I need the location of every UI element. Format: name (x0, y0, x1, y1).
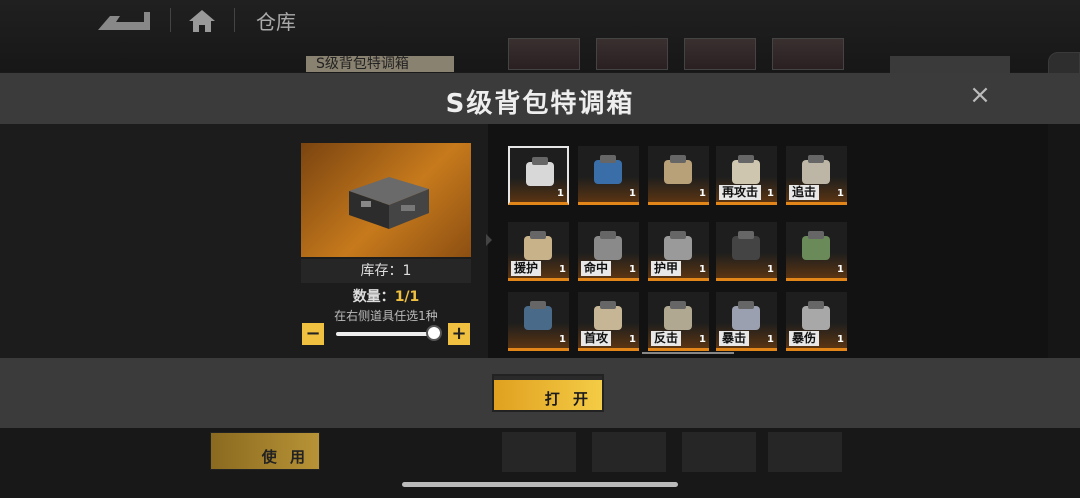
item-slot[interactable]: 1 (648, 146, 709, 205)
use-button-label: 使 用 (261, 448, 309, 466)
bg-icon (768, 432, 842, 472)
open-button-label: 打 开 (544, 390, 592, 408)
item-preview (301, 143, 471, 257)
bg-panel (890, 56, 1010, 74)
quantity-value: 1/1 (394, 289, 420, 305)
item-count: 1 (837, 264, 844, 275)
item-slot[interactable]: 1 (786, 222, 847, 281)
item-label: 再攻击 (719, 185, 762, 200)
backpack-icon (802, 231, 830, 260)
modal-header: S级背包特调箱 × (0, 73, 1080, 125)
minus-button[interactable]: − (302, 323, 324, 345)
home-icon[interactable] (188, 8, 216, 34)
item-slot[interactable]: 1 命中 (578, 222, 639, 281)
item-label: 追击 (789, 185, 820, 200)
item-slot[interactable]: 1 (578, 146, 639, 205)
bg-item-card (508, 38, 580, 70)
open-button[interactable]: 打 开 (492, 374, 604, 412)
bg-icon (502, 432, 576, 472)
plus-button[interactable]: + (448, 323, 470, 345)
stock-label: 库存：1 (301, 259, 471, 283)
item-label: 首攻 (581, 331, 612, 346)
item-count: 1 (837, 188, 844, 199)
bg-item-card (684, 38, 756, 70)
item-label: 暴击 (719, 331, 750, 346)
scroll-indicator (642, 352, 734, 354)
crate-icon (349, 177, 429, 229)
item-label: 暴伤 (789, 331, 820, 346)
item-count: 1 (559, 334, 566, 345)
backpack-icon (732, 231, 760, 260)
bg-icon (682, 432, 756, 472)
panel-arrow (486, 234, 492, 246)
item-count: 1 (767, 334, 774, 345)
item-label: 命中 (581, 261, 612, 276)
item-slot[interactable]: 1 暴伤 (786, 292, 847, 351)
close-icon[interactable]: × (966, 81, 994, 109)
item-count: 1 (699, 188, 706, 199)
item-slot[interactable]: 1 首攻 (578, 292, 639, 351)
item-count: 1 (837, 334, 844, 345)
item-label: 护甲 (651, 261, 682, 276)
item-count: 1 (767, 188, 774, 199)
item-count: 1 (559, 264, 566, 275)
item-slot[interactable]: 1 (508, 292, 569, 351)
page-title: 仓库 (256, 10, 296, 34)
quantity-row: 数量：1/1 (301, 286, 471, 306)
quantity-label: 数量： (352, 289, 395, 305)
backpack-icon (526, 157, 554, 186)
divider (170, 8, 171, 32)
item-count: 1 (699, 264, 706, 275)
modal-title: S级背包特调箱 (445, 89, 635, 119)
item-count: 1 (699, 334, 706, 345)
use-button[interactable]: 使 用 (210, 432, 320, 470)
backpack-icon (664, 155, 692, 184)
selection-hint: 在右侧道具任选1种 (334, 309, 438, 323)
item-label: 反击 (651, 331, 682, 346)
bg-item-card (772, 38, 844, 70)
item-slot[interactable]: 1 护甲 (648, 222, 709, 281)
item-slot[interactable]: 1 暴击 (716, 292, 777, 351)
backpack-icon (524, 301, 552, 330)
item-slot[interactable]: 1 (716, 222, 777, 281)
item-slot[interactable]: 1 再攻击 (716, 146, 777, 205)
item-count: 1 (557, 188, 564, 199)
item-slot[interactable]: 1 反击 (648, 292, 709, 351)
backpack-icon (594, 155, 622, 184)
item-slot[interactable]: 1 (508, 146, 569, 205)
item-count: 1 (629, 264, 636, 275)
bg-icon (592, 432, 666, 472)
item-slot[interactable]: 1 追击 (786, 146, 847, 205)
back-icon[interactable] (96, 10, 152, 32)
divider (234, 8, 235, 32)
bg-item-name: S级背包特调箱 (306, 56, 454, 72)
bg-item-card (596, 38, 668, 70)
item-count: 1 (629, 334, 636, 345)
slider-handle[interactable] (426, 325, 442, 341)
item-count: 1 (767, 264, 774, 275)
item-slot[interactable]: 1 援护 (508, 222, 569, 281)
item-label: 援护 (511, 261, 542, 276)
item-count: 1 (629, 188, 636, 199)
home-indicator[interactable] (402, 482, 678, 487)
quantity-slider[interactable] (336, 332, 436, 336)
button-cap (494, 376, 602, 380)
